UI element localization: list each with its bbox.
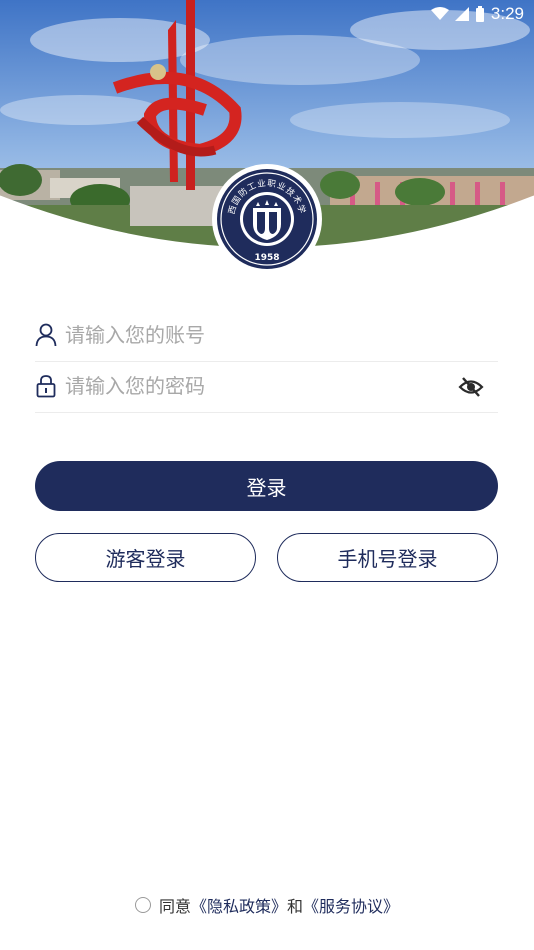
privacy-policy-link[interactable]: 《隐私政策》: [191, 893, 287, 917]
lock-icon: [36, 375, 56, 398]
wifi-icon: [430, 7, 449, 20]
agreement-prefix: 同意: [158, 897, 191, 916]
eye-off-icon[interactable]: [458, 375, 484, 399]
agreement-radio[interactable]: [134, 897, 151, 913]
status-time: 3:29: [490, 4, 524, 23]
agreement-and: 和: [287, 897, 304, 916]
status-icons: 3:29: [430, 4, 524, 24]
phone-login-button[interactable]: 手机号登录: [277, 533, 498, 582]
status-bar: 3:29: [0, 0, 534, 28]
emblem-year: 1958: [254, 253, 279, 263]
password-field: [35, 361, 498, 413]
service-agreement-link[interactable]: 《服务协议》: [303, 893, 399, 917]
login-button[interactable]: 登录: [35, 461, 498, 511]
school-emblem-logo: 陕西国防工业职业技术学院 1958: [207, 156, 322, 274]
guest-login-button[interactable]: 游客登录: [35, 533, 256, 582]
signal-icon: [454, 7, 469, 21]
username-field: [35, 310, 498, 362]
agreement-row: 同意 《隐私政策》 和 《服务协议》: [0, 893, 534, 917]
user-icon: [35, 323, 57, 347]
battery-icon: [475, 6, 484, 22]
username-input[interactable]: [65, 318, 445, 352]
password-input[interactable]: [65, 369, 445, 403]
